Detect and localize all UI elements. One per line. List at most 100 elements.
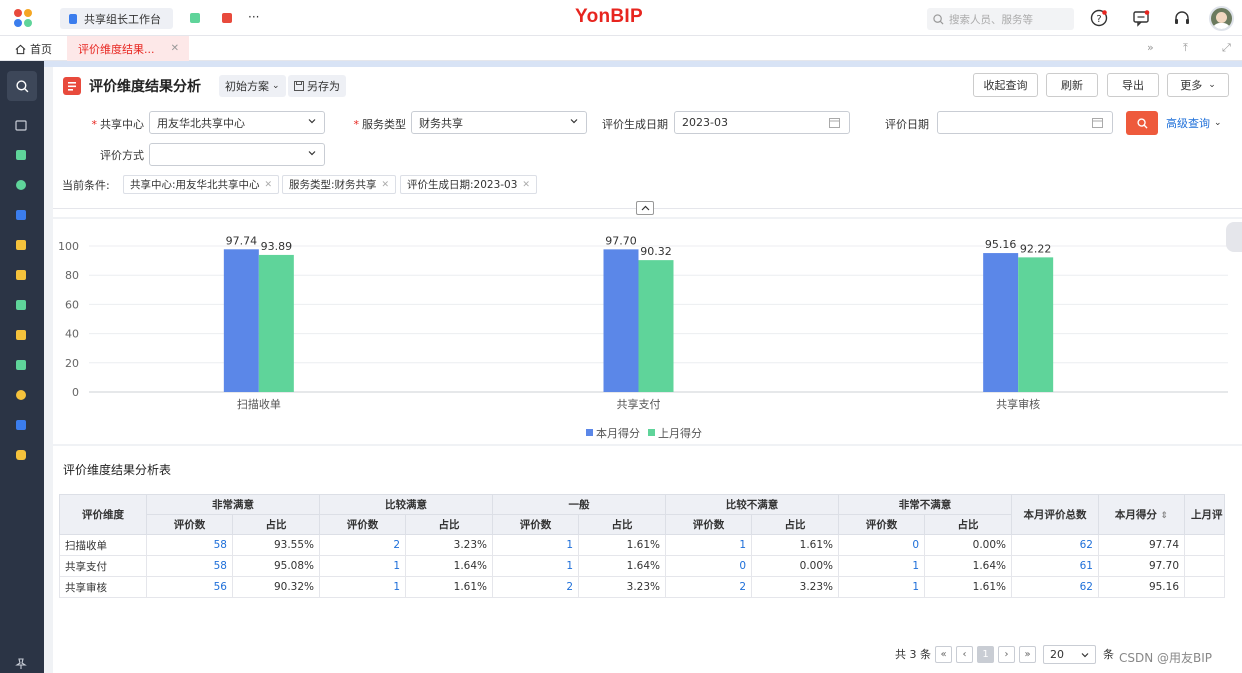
count-link[interactable]: 1 bbox=[838, 576, 925, 598]
export-button[interactable]: 导出 bbox=[1107, 73, 1159, 97]
count-link[interactable]: 2 bbox=[319, 534, 406, 556]
chat-icon[interactable] bbox=[1132, 9, 1150, 27]
global-search[interactable]: 搜索人员、服务等 bbox=[927, 8, 1074, 30]
sidebar-item-6[interactable] bbox=[14, 298, 28, 312]
header-score[interactable]: 本月得分 ⇕ bbox=[1098, 494, 1185, 535]
count-link[interactable]: 1 bbox=[838, 555, 925, 577]
current-page[interactable]: 1 bbox=[977, 646, 994, 663]
upload-icon[interactable]: ⤒ bbox=[1183, 41, 1188, 55]
count-link[interactable]: 1 bbox=[492, 555, 579, 577]
y-tick-label: 0 bbox=[72, 386, 79, 399]
more-button[interactable]: 更多 ⌄ bbox=[1167, 73, 1229, 97]
count-link[interactable]: 1 bbox=[319, 576, 406, 598]
sidebar-item-5[interactable] bbox=[14, 268, 28, 282]
first-page-button[interactable]: « bbox=[935, 646, 952, 663]
message-icon[interactable] bbox=[222, 13, 232, 23]
x-tick-label: 共享支付 bbox=[617, 397, 661, 411]
condition-chip[interactable]: 共享中心:用友华北共享中心 ✕ bbox=[123, 175, 280, 194]
count-link[interactable]: 2 bbox=[492, 576, 579, 598]
count-link[interactable]: 0 bbox=[665, 555, 752, 577]
pager-unit: 条 bbox=[1103, 648, 1114, 661]
table-row[interactable]: 共享审核 56 90.32% 1 1.61% 2 3.23% 2 3.23% 1 1.61% 62 95… bbox=[59, 576, 1225, 598]
share-center-select[interactable]: 用友华北共享中心 bbox=[149, 111, 325, 134]
page-size-select[interactable]: 20 bbox=[1043, 645, 1096, 664]
count-link[interactable]: 0 bbox=[838, 534, 925, 556]
total-link[interactable]: 61 bbox=[1011, 555, 1099, 577]
sidebar-search-icon[interactable] bbox=[7, 71, 37, 101]
count-link[interactable]: 2 bbox=[665, 576, 752, 598]
total-link[interactable]: 62 bbox=[1011, 534, 1099, 556]
headset-icon[interactable] bbox=[1173, 9, 1191, 27]
table-row[interactable]: 共享支付 58 95.08% 1 1.64% 1 1.64% 0 0.00% 1 1.64% 61 97… bbox=[59, 555, 1225, 577]
sidebar-item-3[interactable] bbox=[14, 208, 28, 222]
method-select[interactable] bbox=[149, 143, 325, 166]
sidebar-item-workbench[interactable] bbox=[14, 118, 28, 132]
close-icon[interactable]: ✕ bbox=[171, 43, 179, 54]
save-as-label: 另存为 bbox=[307, 80, 340, 93]
contact-icon[interactable] bbox=[190, 13, 200, 23]
fullscreen-icon[interactable]: ⤢ bbox=[1222, 41, 1231, 55]
tab-evaluation-analysis[interactable]: 评价维度结果... ✕ bbox=[67, 36, 189, 61]
refresh-button[interactable]: 刷新 bbox=[1046, 73, 1098, 97]
dimension-cell: 共享审核 bbox=[59, 576, 147, 598]
eval-date-picker[interactable] bbox=[937, 111, 1113, 134]
help-icon[interactable]: ? bbox=[1090, 9, 1108, 27]
dimension-cell: 共享支付 bbox=[59, 555, 147, 577]
condition-chip[interactable]: 服务类型:财务共享 ✕ bbox=[282, 175, 397, 194]
more-apps[interactable]: ··· bbox=[248, 10, 259, 24]
sidebar-item-11[interactable] bbox=[14, 448, 28, 462]
total-link[interactable]: 62 bbox=[1011, 576, 1099, 598]
header-dimension: 评价维度 bbox=[59, 494, 147, 535]
count-link[interactable]: 58 bbox=[146, 555, 233, 577]
pin-icon[interactable] bbox=[14, 657, 28, 671]
count-link[interactable]: 56 bbox=[146, 576, 233, 598]
ratio-cell: 95.08% bbox=[232, 555, 320, 577]
advanced-query-link[interactable]: 高级查询 ⌄ bbox=[1166, 115, 1222, 131]
collapse-query-button[interactable]: 收起查询 bbox=[973, 73, 1038, 97]
save-as-button[interactable]: 另存为 bbox=[288, 75, 346, 97]
home-tab[interactable]: 首页 bbox=[15, 41, 52, 57]
gen-date-picker[interactable]: 2023-03 bbox=[674, 111, 850, 134]
chart-panel: 0 20 40 60 80 100 97.74 93.89 扫描收单 97.70 90.32 共享支付… bbox=[53, 219, 1242, 444]
ratio-cell: 0.00% bbox=[751, 555, 839, 577]
count-link[interactable]: 1 bbox=[319, 555, 406, 577]
sidebar-item-4[interactable] bbox=[14, 238, 28, 252]
ratio-cell: 93.55% bbox=[232, 534, 320, 556]
service-type-select[interactable]: 财务共享 bbox=[411, 111, 587, 134]
workspace-tab[interactable]: 共享组长工作台 bbox=[60, 8, 173, 29]
sidebar-item-10[interactable] bbox=[14, 418, 28, 432]
prev-page-button[interactable]: ‹ bbox=[956, 646, 973, 663]
sidebar-item-7[interactable] bbox=[14, 328, 28, 342]
bar bbox=[258, 254, 294, 392]
sidebar-item-1[interactable] bbox=[14, 148, 28, 162]
workspace-tab-label: 共享组长工作台 bbox=[84, 12, 161, 26]
calendar-icon bbox=[829, 118, 840, 128]
close-icon[interactable]: ✕ bbox=[382, 180, 390, 190]
chevron-down-double-icon[interactable]: » bbox=[1147, 41, 1154, 54]
collapse-toggle[interactable] bbox=[636, 201, 654, 215]
bar-chart: 0 20 40 60 80 100 97.74 93.89 扫描收单 97.7090.32 共享支付… bbox=[58, 234, 1228, 440]
count-link[interactable]: 58 bbox=[146, 534, 233, 556]
svg-text:?: ? bbox=[1096, 14, 1101, 25]
ratio-cell: 1.64% bbox=[405, 555, 493, 577]
avatar[interactable] bbox=[1209, 6, 1234, 31]
count-link[interactable]: 1 bbox=[665, 534, 752, 556]
next-page-button[interactable]: › bbox=[998, 646, 1015, 663]
search-button[interactable] bbox=[1126, 111, 1158, 135]
header-ratio: 占比 bbox=[405, 514, 493, 535]
count-link[interactable]: 1 bbox=[492, 534, 579, 556]
close-icon[interactable]: ✕ bbox=[265, 180, 273, 190]
sidebar-item-8[interactable] bbox=[14, 358, 28, 372]
condition-chip[interactable]: 评价生成日期:2023-03 ✕ bbox=[400, 175, 537, 194]
sidebar-item-9[interactable] bbox=[14, 388, 28, 402]
last-page-button[interactable]: » bbox=[1019, 646, 1036, 663]
table-row[interactable]: 扫描收单 58 93.55% 2 3.23% 1 1.61% 1 1.61% 0 0.00% 62 97… bbox=[59, 534, 1225, 556]
chevron-down-icon: ⌄ bbox=[1208, 80, 1216, 90]
scheme-dropdown[interactable]: 初始方案 ⌄ bbox=[219, 75, 286, 97]
app-logo[interactable] bbox=[14, 9, 34, 29]
calendar-icon bbox=[1092, 118, 1103, 128]
side-drawer-tab[interactable] bbox=[1226, 222, 1242, 252]
close-icon[interactable]: ✕ bbox=[522, 180, 530, 190]
sort-icon[interactable]: ⇕ bbox=[1161, 511, 1169, 521]
sidebar-item-2[interactable] bbox=[14, 178, 28, 192]
